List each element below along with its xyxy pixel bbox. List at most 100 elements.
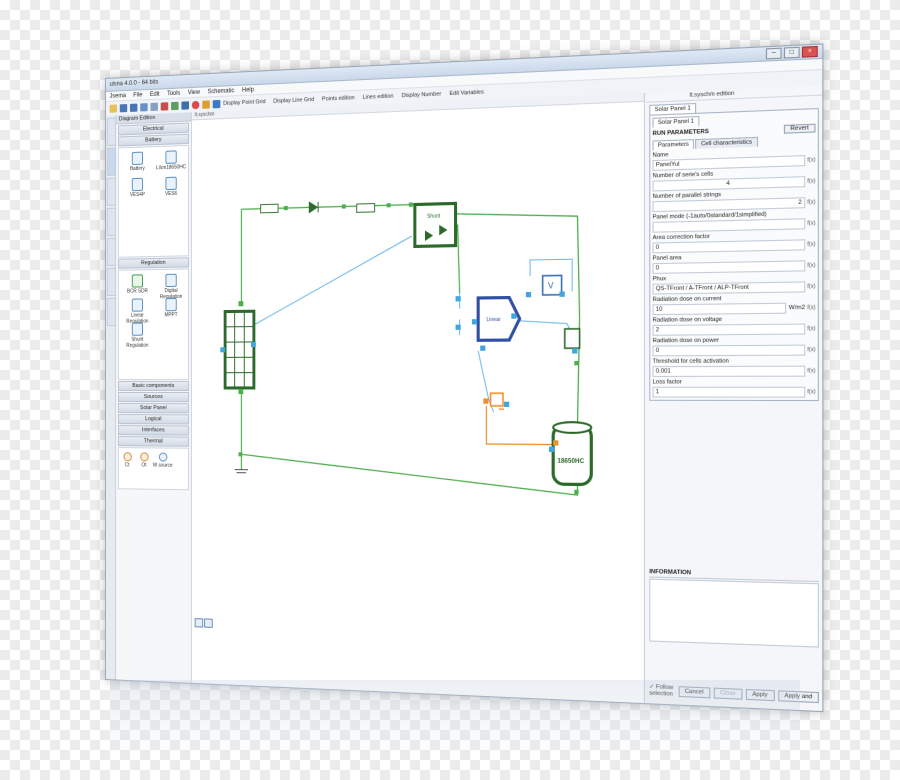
tab-cell-characteristics[interactable]: Cell characteristics — [695, 136, 758, 149]
category-solar-panel[interactable]: Solar Panel — [117, 403, 189, 414]
category-logical[interactable]: Logical — [117, 414, 189, 425]
lines-edition-button[interactable]: Lines edition — [363, 93, 394, 101]
param-value-field[interactable]: 10 — [652, 302, 787, 316]
vtab-library[interactable] — [106, 267, 117, 296]
cancel-button[interactable]: Cancel — [678, 686, 711, 699]
function-icon[interactable]: f(x) — [807, 178, 815, 185]
library-item-shunt-regulation[interactable]: Shunt Regulation — [121, 322, 154, 349]
zoom-icon[interactable] — [194, 618, 204, 628]
param-value-field[interactable]: 1 — [652, 386, 806, 398]
param-value-field[interactable]: 2 — [652, 323, 806, 336]
function-icon[interactable]: f(x) — [807, 326, 815, 333]
schematic-canvas-area: lt.syschm Shunt Linear V 18650HC — [191, 93, 645, 704]
schematic-current-sensor[interactable] — [565, 329, 580, 348]
vtab-results[interactable] — [106, 177, 117, 206]
category-sources[interactable]: Sources — [117, 392, 189, 403]
stop-icon[interactable] — [191, 100, 200, 110]
library-item-w-source[interactable]: W source — [152, 452, 173, 469]
edit-variables-button[interactable]: Edit Variables — [449, 89, 483, 97]
open-folder-icon[interactable] — [109, 104, 117, 113]
close-button[interactable]: × — [801, 45, 818, 58]
tab-parameters[interactable]: Parameters — [652, 139, 695, 151]
library-item-mppt[interactable]: MPPT — [154, 297, 188, 319]
copy-icon[interactable] — [171, 101, 179, 111]
schematic-shunt-regulator[interactable] — [415, 203, 456, 246]
display-number-button[interactable]: Display Number — [402, 91, 442, 99]
revert-button[interactable]: Revert — [783, 123, 816, 134]
refresh-icon[interactable] — [212, 99, 221, 109]
follow-selection-checkbox[interactable]: ✓ Follow selection — [649, 684, 675, 698]
vtab-experiments[interactable] — [106, 207, 117, 236]
tab-solar-panel-outer[interactable]: Solar Panel 1 — [649, 102, 697, 115]
function-icon[interactable]: f(x) — [807, 262, 815, 269]
library-item-ves6[interactable]: VES6 — [154, 176, 188, 197]
grid-icon[interactable] — [150, 102, 158, 112]
param-value-field[interactable]: 0.001 — [652, 365, 806, 377]
print-icon[interactable] — [140, 103, 148, 112]
menu-item-app[interactable]: Jsema — [110, 93, 126, 100]
display-line-grid-button[interactable]: Display Line Grid — [273, 97, 314, 105]
vtab-schematic[interactable] — [106, 147, 117, 176]
fit-view-icon[interactable] — [204, 618, 213, 628]
apply-and-button[interactable]: Apply and — [777, 690, 819, 704]
library-item-linear-regulation[interactable]: Linear Regulation — [121, 298, 154, 325]
menu-item-file[interactable]: File — [133, 92, 142, 98]
regulator-icon — [131, 274, 143, 288]
information-section: INFORMATION — [649, 567, 819, 648]
param-value-field[interactable]: 0 — [652, 344, 806, 357]
schematic-thermal-node[interactable] — [491, 393, 503, 406]
category-regulation[interactable]: Regulation — [117, 257, 189, 269]
library-item-digital-regulation[interactable]: Digital Regulation — [154, 273, 188, 301]
left-vertical-tabs — [105, 115, 117, 680]
schematic-resistor-1[interactable] — [261, 204, 278, 213]
category-basic-components[interactable]: Basic components — [117, 380, 189, 392]
library-item-ves4p[interactable]: VES4P — [121, 177, 154, 198]
close-panel-button[interactable]: Close — [713, 687, 743, 700]
menu-item-help[interactable]: Help — [242, 87, 254, 94]
function-icon[interactable]: f(x) — [807, 199, 815, 206]
library-item-battery[interactable]: Battery — [121, 151, 154, 172]
paste-icon[interactable] — [181, 101, 189, 110]
vtab-parameters[interactable] — [106, 237, 117, 266]
function-icon[interactable]: f(x) — [807, 157, 815, 164]
function-icon[interactable]: f(x) — [807, 347, 815, 354]
function-icon[interactable]: f(x) — [807, 305, 815, 312]
maximize-button[interactable]: □ — [783, 46, 800, 59]
tab-solar-panel-inner[interactable]: Solar Panel 1 — [652, 115, 700, 128]
delete-icon[interactable] — [160, 102, 169, 111]
apply-button[interactable]: Apply — [745, 688, 775, 702]
points-edition-button[interactable]: Points edition — [322, 95, 355, 103]
library-item-liion[interactable]: LiIon18650HC — [154, 150, 188, 171]
function-icon[interactable]: f(x) — [807, 368, 815, 375]
vtab-post-processing[interactable] — [106, 297, 117, 326]
battery-icon — [131, 151, 143, 166]
run-icon[interactable] — [202, 100, 210, 109]
schematic-resistor-2[interactable] — [357, 204, 375, 213]
menu-item-schematic[interactable]: Schematic — [208, 88, 235, 95]
menu-item-tools[interactable]: Tools — [167, 90, 180, 97]
menu-item-edit[interactable]: Edit — [150, 91, 160, 97]
vtab-variables[interactable] — [106, 117, 117, 146]
function-icon[interactable]: f(x) — [807, 389, 815, 396]
category-thermal[interactable]: Thermal — [117, 436, 189, 447]
library-item-ct[interactable]: Ct — [119, 452, 136, 468]
function-icon[interactable]: f(x) — [807, 220, 815, 227]
param-row: Loss factor 1 f(x) — [652, 378, 816, 398]
schematic-diode[interactable] — [309, 202, 318, 213]
param-value-field[interactable]: QS-TFront / A-TFront / ALP-TFront — [652, 281, 806, 295]
save-all-icon[interactable] — [129, 103, 138, 112]
schematic-battery[interactable] — [553, 422, 591, 485]
minimize-button[interactable]: – — [765, 47, 782, 60]
save-icon[interactable] — [119, 104, 128, 113]
schematic-solar-panel[interactable] — [225, 311, 254, 388]
library-item-bcr-sdr[interactable]: BCR SDR — [121, 274, 154, 295]
function-icon[interactable]: f(x) — [807, 241, 815, 248]
library-item-ot[interactable]: Ot — [136, 452, 153, 468]
menu-item-view[interactable]: View — [188, 89, 200, 96]
display-point-grid-button[interactable]: Display Point Grid — [223, 99, 265, 107]
param-value — [656, 224, 802, 227]
category-interfaces[interactable]: Interfaces — [117, 425, 189, 436]
function-icon[interactable]: f(x) — [807, 283, 815, 290]
application-window: ulsna 4.0.0 - 64 bits – □ × Jsema File E… — [105, 43, 824, 713]
schematic-canvas[interactable]: Shunt Linear V 18650HC — [192, 101, 645, 619]
